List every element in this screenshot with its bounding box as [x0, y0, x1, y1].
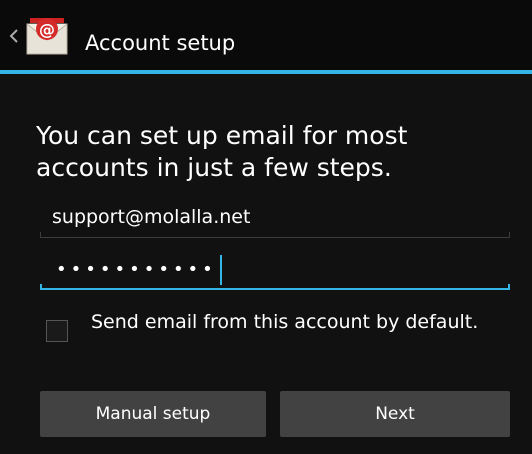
account-setup-screen: @ Account setup You can set up email for…	[0, 0, 532, 454]
email-app-icon[interactable]: @	[24, 12, 70, 58]
action-bar-divider	[0, 70, 532, 74]
password-field-value: •••••••••••	[56, 259, 217, 280]
password-field[interactable]: •••••••••••	[40, 250, 510, 290]
email-field[interactable]: support@molalla.net	[40, 198, 510, 238]
default-account-checkbox[interactable]	[46, 320, 68, 342]
email-field-tick-right	[509, 232, 510, 238]
password-field-tick-right	[508, 284, 510, 290]
page-title: Account setup	[85, 31, 236, 55]
password-field-tick-left	[40, 284, 42, 290]
email-field-underline	[40, 237, 510, 238]
password-field-underline	[40, 288, 510, 290]
action-bar: @ Account setup	[0, 0, 532, 70]
next-button[interactable]: Next	[280, 391, 510, 437]
intro-text: You can set up email for most accounts i…	[36, 121, 408, 182]
default-account-checkbox-label[interactable]: Send email from this account by default.	[91, 310, 491, 334]
chevron-left-icon[interactable]	[8, 29, 20, 43]
email-field-value: support@molalla.net	[52, 206, 251, 228]
text-caret	[220, 255, 222, 285]
manual-setup-button[interactable]: Manual setup	[40, 391, 266, 437]
svg-text:@: @	[39, 20, 55, 39]
email-field-tick-left	[40, 232, 41, 238]
